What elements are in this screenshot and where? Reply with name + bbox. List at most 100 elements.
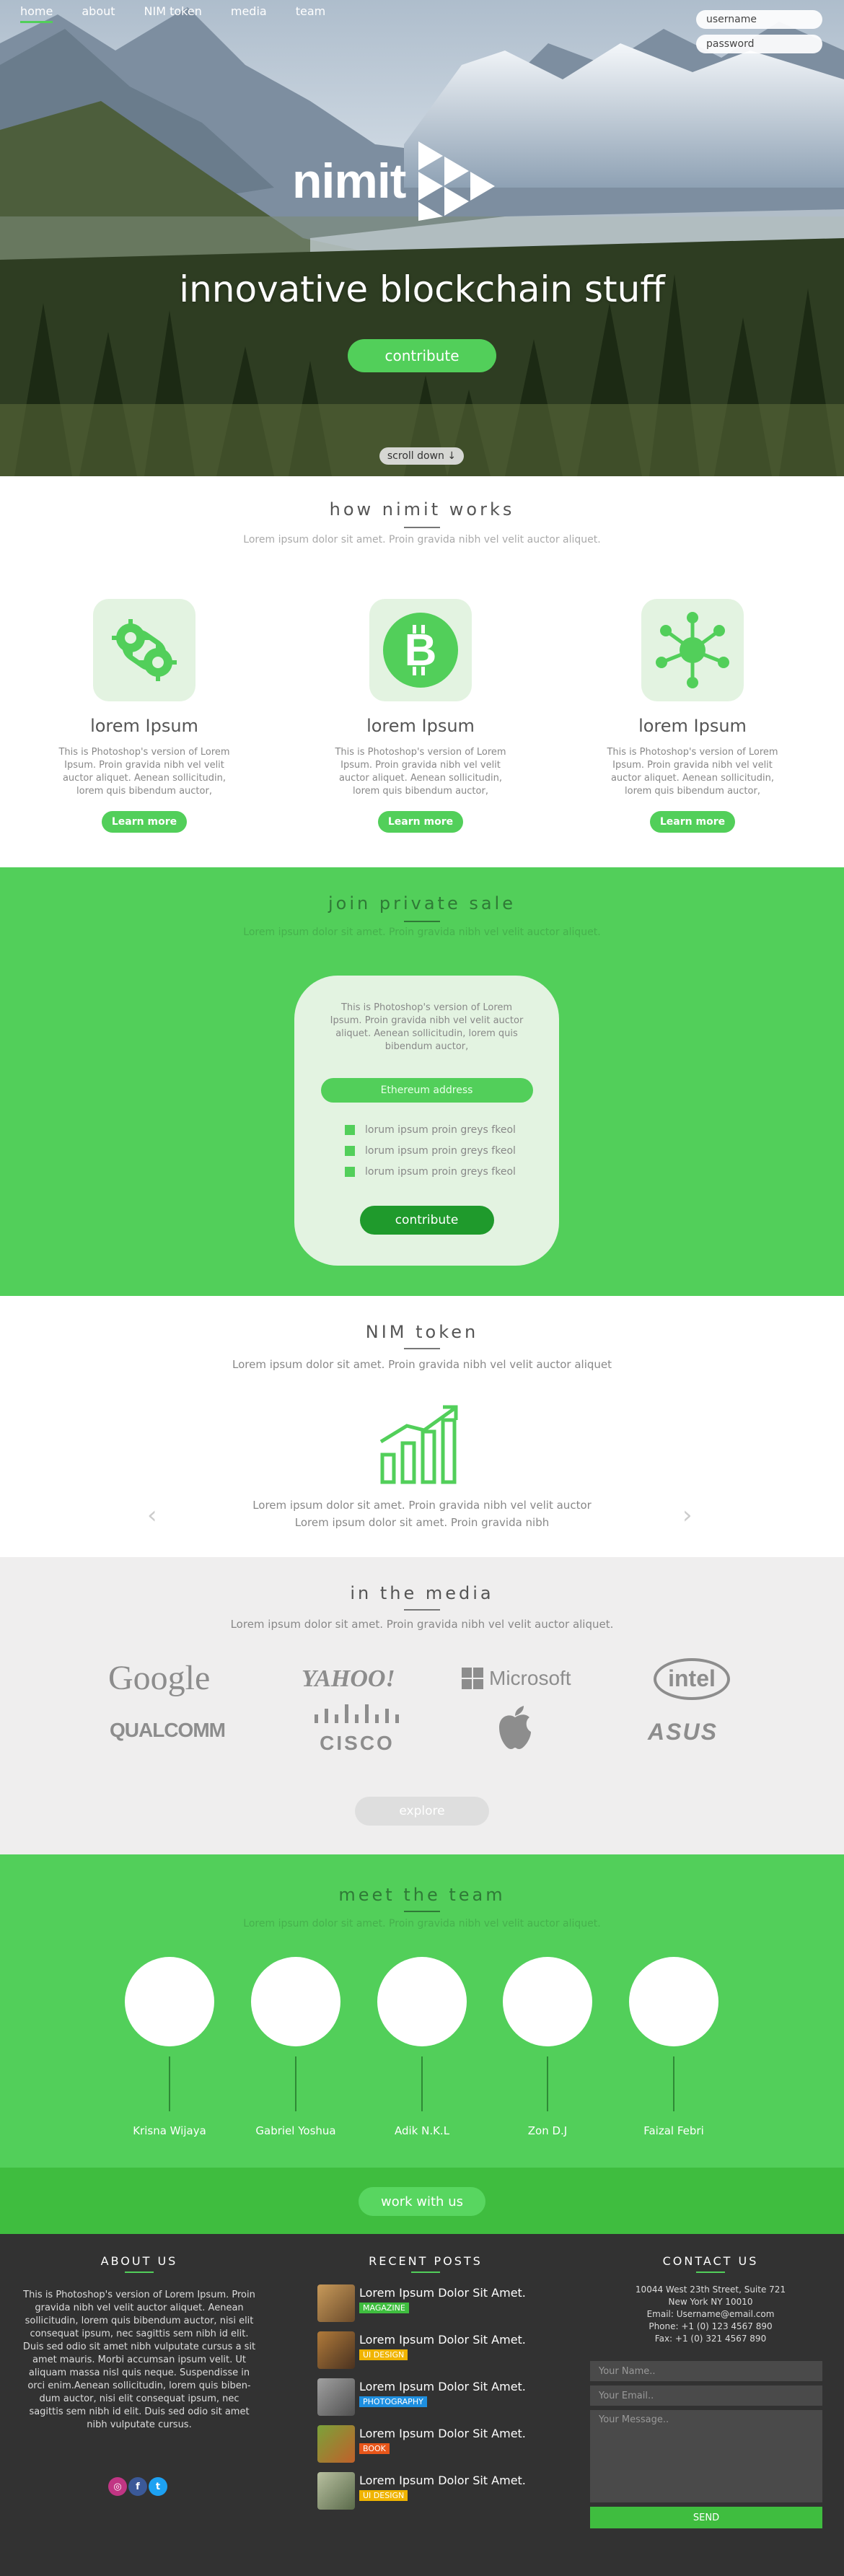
intel-logo: intel xyxy=(654,1658,730,1700)
cisco-wordmark: CISCO xyxy=(320,1732,395,1754)
footer: ABOUT US This is Photoshop's version of … xyxy=(0,2234,844,2576)
post-tag: MAGAZINE xyxy=(359,2303,409,2313)
feature-card: B lorem Ipsum This is Photoshop's versio… xyxy=(312,599,529,833)
feature-icon-tile: B xyxy=(369,599,472,701)
mountain-background xyxy=(0,0,844,476)
member-connector xyxy=(169,2056,170,2111)
sale-text: This is Photoshop's version of Lorem Ips… xyxy=(330,1002,524,1052)
token-title: NIM token xyxy=(365,1322,479,1342)
feature-icon-tile xyxy=(93,599,195,701)
contact-phone: Phone: +1 (0) 123 4567 890 xyxy=(649,2321,773,2331)
address-line-1: 10044 West 23th Street, Suite 721 xyxy=(635,2284,786,2295)
recent-post[interactable]: Lorem Ipsum Dolor Sit Amet. BOOK xyxy=(317,2425,526,2463)
google-logo: Google xyxy=(108,1659,211,1697)
team-member: Zon D.J xyxy=(502,1957,593,2137)
nav-nim-token[interactable]: NIM token xyxy=(144,4,202,23)
work-with-us-button[interactable]: work with us xyxy=(359,2187,485,2216)
login-form xyxy=(696,10,822,53)
checkbox[interactable] xyxy=(345,1125,355,1135)
logo-wordmark: nimit xyxy=(292,154,406,209)
password-input[interactable] xyxy=(696,35,822,53)
nav-home[interactable]: home xyxy=(20,4,53,23)
team-member: Faizal Febri xyxy=(628,1957,719,2137)
avatar[interactable] xyxy=(629,1957,718,2046)
post-thumbnail xyxy=(317,2472,355,2510)
about-rule xyxy=(125,2271,154,2273)
nav-about[interactable]: about xyxy=(82,4,115,23)
member-name: Faizal Febri xyxy=(643,2124,704,2137)
media-section: in the media Lorem ipsum dolor sit amet.… xyxy=(0,1557,844,1854)
sale-title: join private sale xyxy=(328,893,516,914)
cisco-logo: CISCO xyxy=(310,1704,404,1755)
post-title: Lorem Ipsum Dolor Sit Amet. xyxy=(359,2333,526,2347)
member-connector xyxy=(421,2056,423,2111)
team-section: meet the team Lorem ipsum dolor sit amet… xyxy=(0,1854,844,2168)
post-title: Lorem Ipsum Dolor Sit Amet. xyxy=(359,2380,526,2393)
post-thumbnail xyxy=(317,2331,355,2369)
post-thumbnail xyxy=(317,2284,355,2322)
contact-email-input[interactable] xyxy=(590,2386,822,2406)
media-title: in the media xyxy=(350,1583,494,1603)
sale-title-rule xyxy=(404,921,440,922)
checkbox[interactable] xyxy=(345,1146,355,1156)
learn-more-button[interactable]: Learn more xyxy=(102,811,187,833)
token-subtitle: Lorem ipsum dolor sit amet. Proin gravid… xyxy=(232,1358,612,1371)
gears-icon xyxy=(112,619,177,681)
contact-info: 10044 West 23th Street, Suite 721 New Yo… xyxy=(577,2284,844,2345)
avatar[interactable] xyxy=(377,1957,467,2046)
member-name: Krisna Wijaya xyxy=(133,2124,206,2137)
contact-name-input[interactable] xyxy=(590,2361,822,2381)
growth-chart-icon xyxy=(379,1405,458,1484)
nim-token-section: NIM token Lorem ipsum dolor sit amet. Pr… xyxy=(0,1296,844,1557)
sale-subtitle: Lorem ipsum dolor sit amet. Proin gravid… xyxy=(243,926,601,938)
post-tag: PHOTOGRAPHY xyxy=(359,2396,427,2407)
post-thumbnail xyxy=(317,2425,355,2463)
twitter-icon[interactable]: t xyxy=(149,2477,167,2496)
team-member: Krisna Wijaya xyxy=(124,1957,215,2137)
page: home about NIM token media team nimit in… xyxy=(0,0,844,2576)
instagram-icon[interactable]: ◎ xyxy=(108,2477,127,2496)
ethereum-address-input[interactable] xyxy=(320,1078,533,1103)
team-member: Gabriel Yoshua xyxy=(250,1957,341,2137)
how-it-works-section: how nimit works Lorem ipsum dolor sit am… xyxy=(0,476,844,867)
nav-media[interactable]: media xyxy=(231,4,267,23)
checklist-item[interactable]: lorum ipsum proin greys fkeol xyxy=(345,1166,559,1178)
member-name: Gabriel Yoshua xyxy=(255,2124,336,2137)
microsoft-logo: Microsoft xyxy=(462,1667,571,1690)
avatar[interactable] xyxy=(251,1957,340,2046)
learn-more-button[interactable]: Learn more xyxy=(650,811,735,833)
member-name: Zon D.J xyxy=(527,2124,568,2137)
team-member: Adik N.K.L xyxy=(377,1957,467,2137)
token-line-1: Lorem ipsum dolor sit amet. Proin gravid… xyxy=(252,1499,592,1512)
contact-email: Email: Username@email.com xyxy=(646,2309,775,2319)
nimit-logo: nimit xyxy=(292,141,498,221)
hero-contribute-button[interactable]: contribute xyxy=(348,339,496,372)
recent-post[interactable]: Lorem Ipsum Dolor Sit Amet. UI DESIGN xyxy=(317,2472,526,2510)
about-text: This is Photoshop's version of Lorem Ips… xyxy=(22,2290,256,2430)
main-nav: home about NIM token media team xyxy=(20,4,325,23)
username-input[interactable] xyxy=(696,10,822,29)
about-title: ABOUT US xyxy=(100,2254,178,2268)
apple-logo-icon xyxy=(499,1706,531,1749)
checklist-item[interactable]: lorum ipsum proin greys fkeol xyxy=(345,1145,559,1157)
contact-message-input[interactable] xyxy=(590,2410,822,2502)
send-button[interactable]: SEND xyxy=(590,2507,822,2528)
learn-more-button[interactable]: Learn more xyxy=(378,811,463,833)
explore-button[interactable]: explore xyxy=(355,1797,489,1826)
facebook-icon[interactable]: f xyxy=(128,2477,147,2496)
avatar[interactable] xyxy=(125,1957,214,2046)
recent-post[interactable]: Lorem Ipsum Dolor Sit Amet. PHOTOGRAPHY xyxy=(317,2378,526,2416)
sale-contribute-button[interactable]: contribute xyxy=(359,1206,494,1235)
carousel-prev-icon[interactable]: ‹ xyxy=(147,1501,157,1530)
team-title: meet the team xyxy=(338,1885,506,1905)
carousel-next-icon[interactable]: › xyxy=(682,1501,693,1530)
nav-team[interactable]: team xyxy=(296,4,326,23)
recent-post[interactable]: Lorem Ipsum Dolor Sit Amet. MAGAZINE xyxy=(317,2284,526,2322)
scroll-down-button[interactable]: scroll down ↓ xyxy=(379,447,464,465)
post-tag: UI DESIGN xyxy=(359,2490,408,2501)
checklist-item[interactable]: lorum ipsum proin greys fkeol xyxy=(345,1124,559,1136)
recent-post[interactable]: Lorem Ipsum Dolor Sit Amet. UI DESIGN xyxy=(317,2331,526,2369)
avatar[interactable] xyxy=(503,1957,592,2046)
checkbox[interactable] xyxy=(345,1167,355,1177)
token-line-2: Lorem ipsum dolor sit amet. Proin gravid… xyxy=(294,1516,550,1529)
